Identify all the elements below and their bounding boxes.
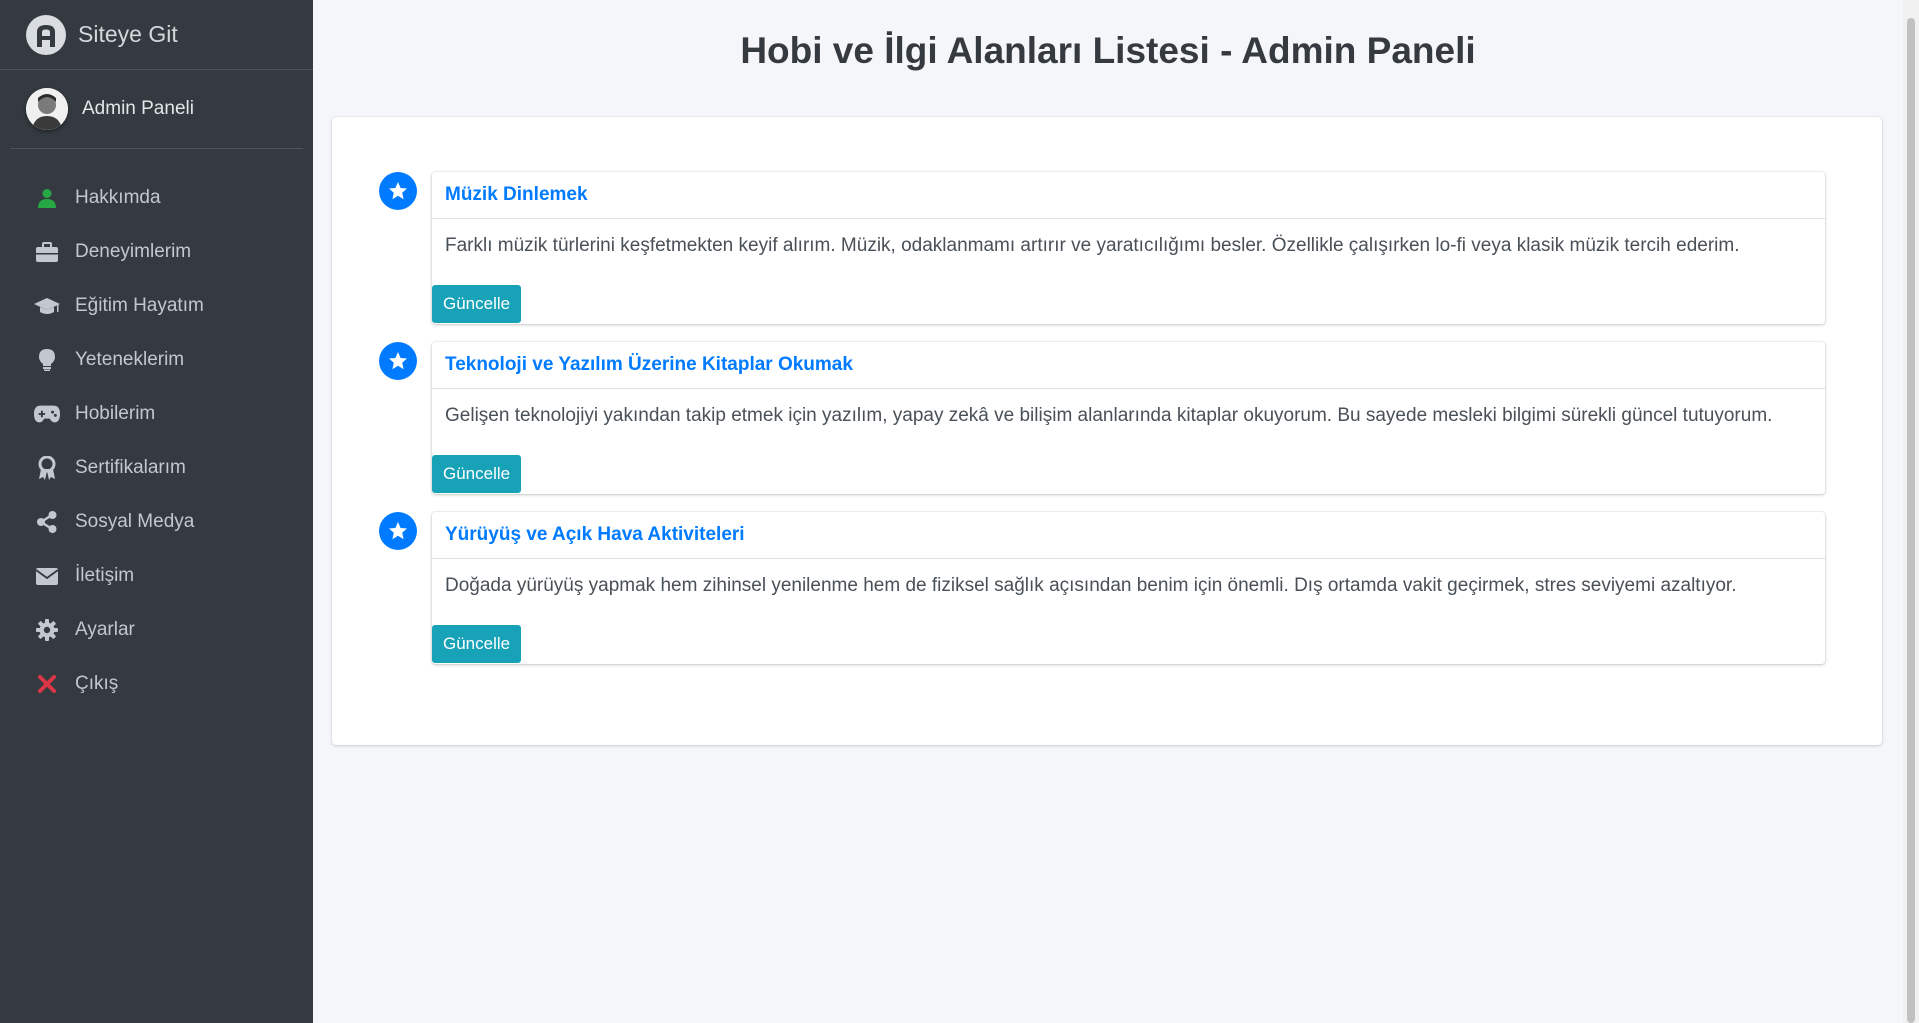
sidebar-item-label: Hobilerim (75, 403, 156, 424)
avatar (26, 88, 68, 130)
lightbulb-icon (34, 348, 60, 372)
sidebar-item-ayarlar[interactable]: Ayarlar (0, 603, 313, 657)
sidebar-item-cikis[interactable]: Çıkış (0, 657, 313, 711)
sidebar-item-sertifikalarim[interactable]: Sertifikalarım (0, 441, 313, 495)
gamepad-icon (34, 402, 60, 426)
hobby-list-card: Müzik Dinlemek Farklı müzik türlerini ke… (332, 117, 1882, 745)
award-icon (34, 456, 60, 480)
sidebar-item-label: Sertifikalarım (75, 457, 186, 478)
sidebar-item-hobilerim[interactable]: Hobilerim (0, 387, 313, 441)
main-content: Hobi ve İlgi Alanları Listesi - Admin Pa… (313, 0, 1903, 1023)
user-icon (34, 186, 60, 210)
gear-icon (34, 618, 60, 642)
hobby-item: Müzik Dinlemek Farklı müzik türlerini ke… (332, 117, 1882, 324)
hobby-description: Farklı müzik türlerini keşfetmekten keyi… (445, 235, 1740, 256)
brand-logo (26, 14, 66, 55)
brand-text: Siteye Git (78, 21, 178, 47)
hobby-title: Teknoloji ve Yazılım Üzerine Kitaplar Ok… (432, 342, 1825, 389)
briefcase-icon (34, 240, 60, 264)
sidebar-item-label: Çıkış (75, 673, 119, 694)
hobby-title: Müzik Dinlemek (432, 172, 1825, 219)
star-icon (379, 512, 417, 550)
sidebar-item-label: İletişim (75, 565, 135, 586)
hobby-title: Yürüyüş ve Açık Hava Aktiviteleri (432, 512, 1825, 559)
envelope-icon (34, 564, 60, 588)
close-icon (34, 672, 60, 696)
hobby-description: Doğada yürüyüş yapmak hem zihinsel yenil… (445, 575, 1737, 596)
sidebar-item-deneyimlerim[interactable]: Deneyimlerim (0, 225, 313, 279)
star-icon (379, 342, 417, 380)
hobby-description: Gelişen teknolojiyi yakından takip etmek… (445, 405, 1773, 426)
sidebar-item-yeteneklerim[interactable]: Yeteneklerim (0, 333, 313, 387)
star-icon (379, 172, 417, 210)
hobby-box: Yürüyüş ve Açık Hava Aktiviteleri Doğada… (432, 512, 1825, 664)
sidebar-item-label: Eğitim Hayatım (75, 295, 204, 316)
sidebar-item-iletisim[interactable]: İletişim (0, 549, 313, 603)
scrollbar-thumb[interactable] (1907, 18, 1915, 1023)
sidebar: Siteye Git Admin Paneli Hakkımda Deneyim… (0, 0, 313, 1023)
share-icon (34, 510, 60, 534)
sidebar-nav: Hakkımda Deneyimlerim Eğitim Hayatım Yet… (0, 171, 313, 711)
update-button[interactable]: Güncelle (432, 625, 522, 663)
sidebar-item-label: Yeteneklerim (75, 349, 185, 370)
page-title: Hobi ve İlgi Alanları Listesi - Admin Pa… (740, 30, 1476, 71)
sidebar-item-label: Deneyimlerim (75, 241, 192, 262)
sidebar-item-hakkimda[interactable]: Hakkımda (0, 171, 313, 225)
sidebar-item-egitim-hayatim[interactable]: Eğitim Hayatım (0, 279, 313, 333)
user-name: Admin Paneli (82, 98, 194, 119)
vertical-scrollbar[interactable] (1903, 0, 1919, 1023)
sidebar-item-sosyal-medya[interactable]: Sosyal Medya (0, 495, 313, 549)
graduation-cap-icon (34, 294, 60, 318)
brand-link[interactable]: Siteye Git (0, 0, 313, 70)
hobby-item: Yürüyüş ve Açık Hava Aktiviteleri Doğada… (332, 457, 1882, 664)
sidebar-item-label: Ayarlar (75, 619, 135, 640)
sidebar-item-label: Sosyal Medya (75, 511, 195, 532)
sidebar-item-label: Hakkımda (75, 187, 161, 208)
hobby-item: Teknoloji ve Yazılım Üzerine Kitaplar Ok… (332, 287, 1882, 494)
user-panel[interactable]: Admin Paneli (10, 70, 303, 149)
